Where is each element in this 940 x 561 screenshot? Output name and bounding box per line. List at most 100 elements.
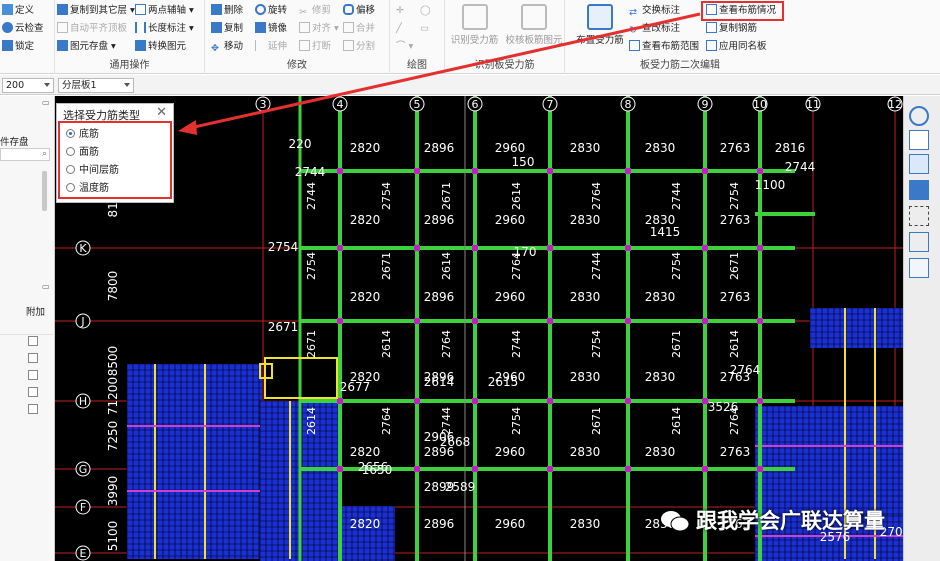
axis-letter: H	[79, 395, 87, 408]
save-element-tab[interactable]: 件存盘	[0, 134, 29, 148]
bar-length-label: 1100	[755, 178, 786, 192]
mirror-icon	[255, 22, 266, 33]
orbit-icon[interactable]	[909, 106, 929, 126]
bar-length-label: 2830	[645, 370, 676, 384]
select-box-icon[interactable]	[909, 206, 929, 226]
pin-icon[interactable]: ▭	[42, 282, 50, 291]
beam-joint	[757, 398, 763, 404]
bar-length-label-vertical: 2764	[440, 330, 453, 358]
identify-rebar-button[interactable]: 识别受力筋	[447, 4, 502, 46]
apply-same-slab-button[interactable]: 应用同名板	[706, 40, 767, 54]
bar-length-label: 2896	[424, 517, 455, 531]
copy-to-other-floor-button[interactable]: 复制到其它层 ▾	[57, 4, 135, 18]
rotate-icon	[255, 4, 266, 15]
move-button[interactable]: ✥ 移动	[211, 40, 243, 54]
attach-checkbox[interactable]	[28, 387, 38, 397]
attach-checkbox[interactable]	[28, 336, 38, 346]
draw-point-button[interactable]: ✛	[396, 4, 404, 18]
bar-length-label: 2960	[495, 141, 526, 155]
auto-align-top-button[interactable]: 自动平齐顶板	[57, 22, 127, 36]
save-element-button[interactable]: 图元存盘 ▾	[57, 40, 116, 54]
copy-button[interactable]: 复制	[211, 22, 243, 36]
check-slab-rebar-icon	[521, 4, 547, 30]
beam-joint	[702, 168, 708, 174]
beam-joint	[547, 245, 553, 251]
rotate-button[interactable]: 旋转	[255, 4, 287, 18]
view-3d-icon[interactable]	[909, 154, 929, 174]
define-button[interactable]: 定义	[2, 4, 34, 18]
copy-rebar-button[interactable]: 复制钢筋	[706, 22, 757, 36]
draw-arc-button[interactable]: ⌒ ▾	[396, 40, 413, 54]
cube-icon[interactable]	[909, 180, 929, 200]
drawing-canvas[interactable]: 3 4 5 6 7 8 9 10 11 12 K J H G F E 810 7800 8500 71200 7250 3…	[55, 96, 903, 561]
filter-search-field[interactable]: ⌕	[0, 148, 50, 161]
modify-annotation-button[interactable]: ↻ 查改标注	[629, 22, 680, 36]
bar-length-label: 2589	[445, 480, 476, 494]
split-button[interactable]: 分割	[343, 40, 375, 54]
copy-icon	[211, 22, 222, 33]
place-rebar-button[interactable]: 布置受力筋	[571, 4, 629, 46]
extend-button[interactable]: 延伸	[255, 40, 287, 54]
beam-joint	[472, 168, 478, 174]
beam-joint	[757, 168, 763, 174]
view-2d-icon[interactable]	[909, 130, 929, 150]
length-dimension-button[interactable]: 长度标注 ▾	[135, 22, 194, 36]
define-label: 定义	[15, 5, 35, 16]
view-mode-icon[interactable]	[909, 232, 929, 252]
view-rebar-range-button[interactable]: 查看布筋范围	[629, 40, 699, 54]
split-label: 分割	[356, 41, 376, 52]
close-icon[interactable]: ✕	[156, 105, 167, 120]
attach-checkbox[interactable]	[28, 370, 38, 380]
beam-joint	[414, 318, 420, 324]
offset-button[interactable]: 偏移	[343, 4, 375, 18]
beam-joint	[757, 245, 763, 251]
save-element-icon	[57, 40, 68, 51]
attach-checkbox[interactable]	[28, 353, 38, 363]
delete-label: 删除	[224, 5, 244, 16]
beam-joint	[414, 168, 420, 174]
cloud-check-button[interactable]: 云检查	[2, 22, 44, 36]
bar-length-label: 2830	[645, 290, 676, 304]
draw-line-button[interactable]: ╱	[396, 22, 402, 36]
bar-length-label: 2763	[720, 290, 751, 304]
bar-length-label-vertical: 2754	[380, 182, 393, 210]
bar-length-label: 2896	[424, 213, 455, 227]
axis-number: 7	[547, 98, 554, 111]
attach-checkbox[interactable]	[28, 404, 38, 414]
merge-button[interactable]: 合并	[343, 22, 375, 36]
left-panel: ▭ 件存盘 ⌕ ▭ 附加	[0, 96, 55, 561]
trim-button[interactable]: ✂ 修剪	[299, 4, 331, 18]
bar-length-label-vertical: 2614	[670, 407, 683, 435]
two-point-axis-button[interactable]: 两点辅轴 ▾	[135, 4, 194, 18]
bar-length-label-vertical: 2671	[380, 252, 393, 280]
ribbon-group-define: 定义 云检查 锁定	[0, 0, 55, 74]
draw-rect-button[interactable]: ▭	[420, 22, 429, 36]
convert-element-button[interactable]: 转换图元	[135, 40, 186, 54]
mirror-button[interactable]: 镜像	[255, 22, 287, 36]
bar-length-label-vertical: 2744	[590, 252, 603, 280]
cloud-check-label: 云检查	[15, 23, 44, 34]
elevation-select[interactable]: 200	[2, 78, 54, 93]
properties-icon[interactable]	[909, 258, 929, 278]
cad-drawing[interactable]: 3 4 5 6 7 8 9 10 11 12KJHGFE810780085007120072503…	[55, 96, 903, 561]
beam-joint	[337, 466, 343, 472]
left-scrollbar[interactable]	[42, 171, 47, 211]
swap-annotation-button[interactable]: ⇄ 交换标注	[629, 4, 680, 18]
copy-floor-icon	[57, 4, 68, 15]
bar-length-label: 2960	[495, 517, 526, 531]
align-button[interactable]: 对齐 ▾	[299, 22, 339, 36]
layer-select[interactable]: 分层板1	[58, 78, 134, 93]
draw-circle-button[interactable]: ◯	[420, 4, 431, 18]
place-rebar-icon	[587, 4, 613, 30]
bar-length-label-vertical: 2671	[590, 407, 603, 435]
bar-length-label: 150	[512, 155, 535, 169]
pin-icon[interactable]: ▭	[42, 98, 50, 107]
delete-button[interactable]: 删除	[211, 4, 243, 18]
define-icon	[2, 4, 13, 15]
extend-label: 延伸	[268, 41, 288, 52]
bar-length-label: 2820	[350, 141, 381, 155]
bar-length-label-vertical: 2614	[728, 330, 741, 358]
check-slab-rebar-button[interactable]: 校核板筋图元	[503, 4, 565, 46]
break-button[interactable]: 打断	[299, 40, 331, 54]
lock-button[interactable]: 锁定	[2, 40, 34, 54]
